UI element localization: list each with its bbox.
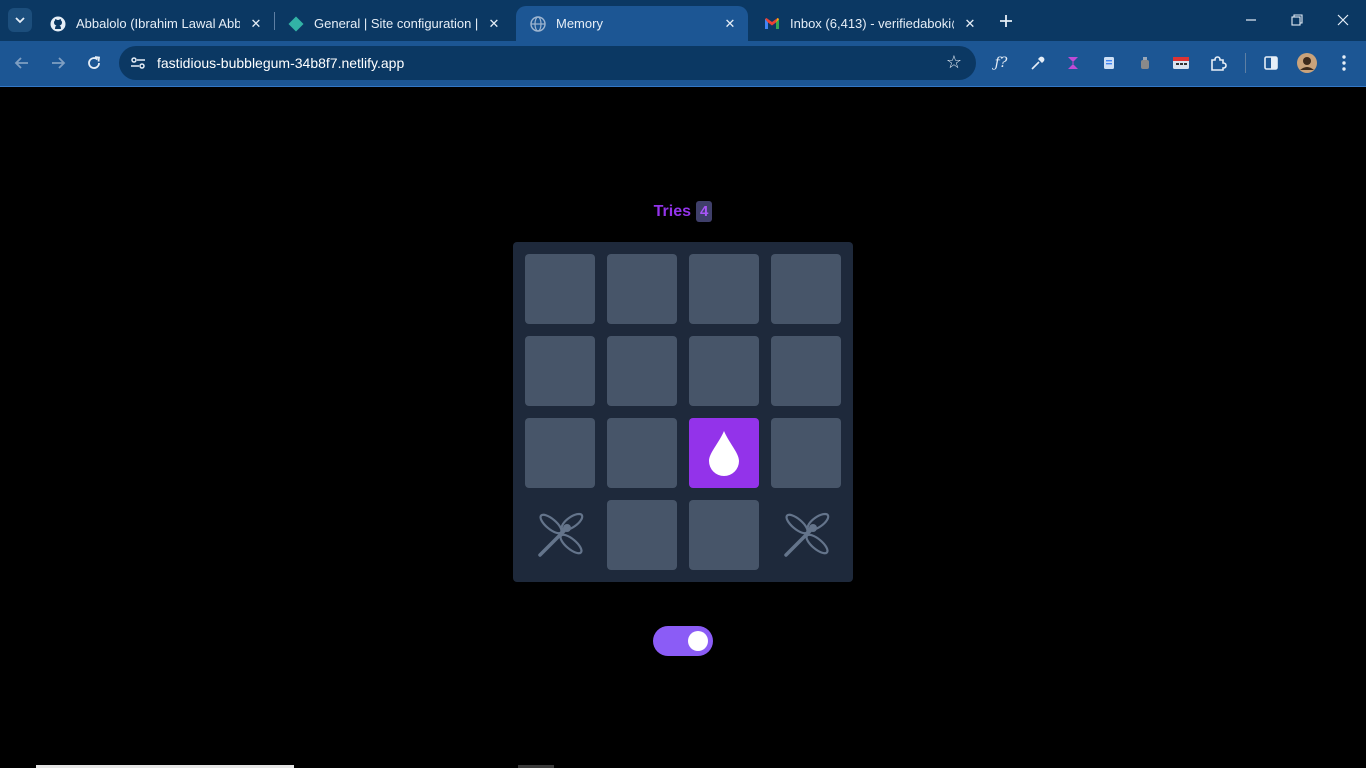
reload-button[interactable]: [80, 49, 108, 77]
memory-card[interactable]: [525, 418, 595, 488]
tab-memory[interactable]: Memory ✕: [516, 6, 748, 41]
tab-github[interactable]: Abbalolo (Ibrahim Lawal Abba) ✕: [36, 6, 274, 41]
dragonfly-icon: [534, 509, 586, 561]
tab-title: General | Site configuration | m: [314, 16, 478, 31]
tries-label: Tries: [653, 202, 691, 220]
memory-card[interactable]: [689, 336, 759, 406]
memory-card[interactable]: [607, 254, 677, 324]
puzzle-extensions-icon[interactable]: [1208, 53, 1228, 73]
function-extension-icon[interactable]: ƒ?: [991, 53, 1011, 73]
calendar-extension-icon[interactable]: [1171, 53, 1191, 73]
forward-button[interactable]: [44, 49, 72, 77]
memory-card[interactable]: [525, 254, 595, 324]
arrow-right-icon: [52, 57, 66, 69]
close-icon: [1337, 14, 1349, 26]
menu-kebab-icon[interactable]: [1334, 53, 1354, 73]
globe-icon: [530, 15, 546, 32]
game-board: [513, 242, 853, 582]
restore-button[interactable]: [1274, 0, 1320, 40]
toolbar-separator: [1245, 53, 1246, 73]
memory-card: [525, 500, 595, 570]
url-text[interactable]: fastidious-bubblegum-34b8f7.netlify.app: [157, 55, 404, 71]
minimize-icon: [1246, 19, 1256, 21]
bottle-extension-icon[interactable]: [1135, 53, 1155, 73]
close-icon[interactable]: ✕: [960, 14, 980, 34]
memory-card[interactable]: [771, 418, 841, 488]
plus-icon: [1000, 15, 1012, 27]
tries-counter: Tries 4: [0, 201, 1366, 222]
github-icon: [50, 16, 66, 32]
memory-card[interactable]: [607, 418, 677, 488]
tries-count-badge: 4: [696, 201, 713, 222]
new-tab-button[interactable]: [993, 8, 1019, 34]
tab-strip: Abbalolo (Ibrahim Lawal Abba) ✕ General …: [0, 0, 1366, 41]
memory-card[interactable]: [607, 500, 677, 570]
tab-title: Memory: [556, 16, 603, 31]
arrow-left-icon: [14, 57, 28, 69]
close-icon[interactable]: ✕: [484, 14, 504, 34]
memory-card[interactable]: [689, 254, 759, 324]
document-extension-icon[interactable]: [1099, 53, 1119, 73]
bookmark-star-icon[interactable]: ☆: [946, 52, 962, 73]
site-settings-icon[interactable]: [129, 54, 147, 72]
back-button[interactable]: [8, 49, 36, 77]
browser-toolbar: fastidious-bubblegum-34b8f7.netlify.app …: [0, 41, 1366, 86]
colorful-extension-icon[interactable]: [1063, 53, 1083, 73]
tab-title: Inbox (6,413) - verifiedaboki@g: [790, 16, 954, 31]
memory-card[interactable]: [525, 336, 595, 406]
minimize-button[interactable]: [1228, 0, 1274, 40]
water-drop-icon: [707, 429, 741, 477]
side-panel-icon[interactable]: [1261, 53, 1281, 73]
theme-toggle[interactable]: [653, 626, 713, 656]
toggle-knob: [688, 631, 708, 651]
tab-gmail[interactable]: Inbox (6,413) - verifiedaboki@g ✕: [750, 6, 988, 41]
memory-card: [689, 418, 759, 488]
tab-search-button[interactable]: [8, 8, 32, 32]
close-icon[interactable]: ✕: [720, 14, 740, 34]
memory-card[interactable]: [771, 254, 841, 324]
tab-title: Abbalolo (Ibrahim Lawal Abba): [76, 16, 240, 31]
reload-icon: [88, 56, 101, 69]
restore-icon: [1291, 14, 1303, 26]
memory-game-page: Tries 4: [0, 87, 1366, 768]
eyedropper-extension-icon[interactable]: [1028, 53, 1048, 73]
chevron-down-icon: [15, 17, 25, 24]
netlify-icon: [288, 16, 304, 32]
profile-avatar-icon[interactable]: [1297, 53, 1317, 73]
gmail-icon: [764, 16, 780, 32]
memory-card[interactable]: [689, 500, 759, 570]
tab-netlify[interactable]: General | Site configuration | m ✕: [274, 6, 512, 41]
address-bar[interactable]: fastidious-bubblegum-34b8f7.netlify.app …: [119, 46, 976, 80]
close-icon[interactable]: ✕: [246, 14, 266, 34]
memory-card[interactable]: [771, 336, 841, 406]
dragonfly-icon: [780, 509, 832, 561]
close-window-button[interactable]: [1320, 0, 1366, 40]
memory-card: [771, 500, 841, 570]
memory-card[interactable]: [607, 336, 677, 406]
